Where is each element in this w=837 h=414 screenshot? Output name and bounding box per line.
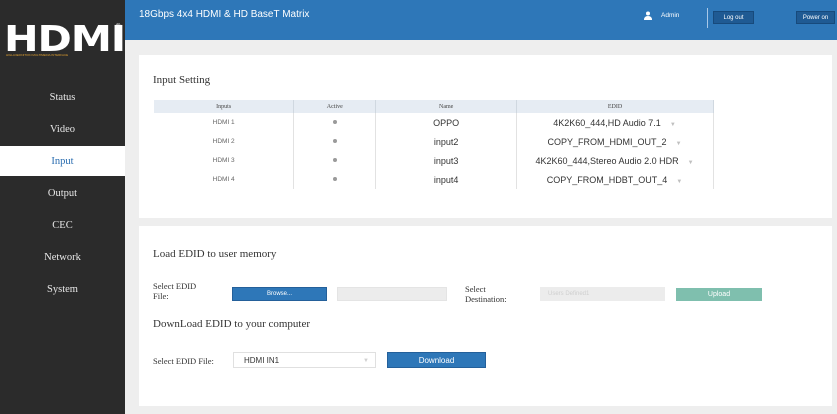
input-name[interactable]: input4 [375, 170, 518, 189]
chevron-down-icon: ▼ [669, 121, 676, 128]
table-header-row: Inputs Active Name EDID [154, 100, 714, 113]
select-destination-label: Select Destination: [465, 284, 507, 304]
input-label: HDMI 2 [154, 132, 295, 151]
user-name: Admin [661, 12, 680, 19]
edid-value: COPY_FROM_HDBT_OUT_4 [546, 174, 668, 185]
table-row: HDMI 1 OPPO 4K2K60_444,HD Audio 7.1 ▼ [154, 113, 714, 132]
input-name[interactable]: OPPO [375, 113, 518, 132]
input-label: HDMI 3 [154, 151, 295, 170]
download-edid-title: DownLoad EDID to your computer [153, 318, 311, 330]
top-bar: 18Gbps 4x4 HDMI & HD BaseT Matrix Admin … [125, 0, 837, 40]
nav-item-video[interactable]: Video [0, 114, 125, 144]
active-indicator [293, 170, 377, 189]
nav-item-input[interactable]: Input [0, 146, 125, 176]
table-row: HDMI 3 input3 4K2K60_444,Stereo Audio 2.… [154, 151, 714, 170]
input-setting-panel: Input Setting Inputs Active Name EDID HD… [139, 55, 832, 218]
chevron-down-icon: ▼ [687, 159, 694, 166]
topbar-divider [707, 8, 708, 28]
hdmi-logo: HDMI ® HIGH-DEFINITION MULTIMEDIA INTERF… [4, 22, 126, 62]
table-row: HDMI 2 input2 COPY_FROM_HDMI_OUT_2 ▼ [154, 132, 714, 151]
nav-item-output[interactable]: Output [0, 178, 125, 208]
edid-select[interactable]: 4K2K60_444,HD Audio 7.1 ▼ [516, 113, 714, 132]
active-indicator [293, 113, 377, 132]
table-row: HDMI 4 input4 COPY_FROM_HDBT_OUT_4 ▼ [154, 170, 714, 189]
upload-button[interactable]: Upload [676, 288, 762, 301]
col-edid: EDID [516, 100, 714, 113]
destination-select[interactable]: Users Defined1 [540, 287, 665, 301]
input-table: Inputs Active Name EDID HDMI 1 OPPO 4K2K… [154, 100, 714, 189]
chevron-down-icon: ▼ [675, 140, 682, 147]
browse-button[interactable]: Browse... [232, 287, 327, 301]
edid-file-select[interactable]: HDMI IN1 ▼ [233, 352, 376, 368]
download-button[interactable]: Download [387, 352, 486, 368]
edid-select[interactable]: COPY_FROM_HDBT_OUT_4 ▼ [516, 170, 714, 189]
select-edid-file-label: Select EDID File: [153, 281, 197, 301]
chevron-down-icon: ▼ [363, 358, 369, 364]
status-dot-icon [332, 139, 337, 143]
active-indicator [293, 132, 377, 151]
status-dot-icon [332, 177, 337, 181]
load-edid-title: Load EDID to user memory [153, 248, 277, 260]
col-name: Name [375, 100, 518, 113]
sidebar: HDMI ® HIGH-DEFINITION MULTIMEDIA INTERF… [0, 0, 126, 414]
active-indicator [293, 151, 377, 170]
input-label: HDMI 1 [154, 113, 295, 132]
chevron-down-icon: ▼ [676, 178, 683, 185]
nav-item-system[interactable]: System [0, 274, 125, 304]
col-inputs: Inputs [154, 100, 295, 113]
col-active: Active [293, 100, 377, 113]
user-icon [644, 11, 652, 20]
nav-item-cec[interactable]: CEC [0, 210, 125, 240]
edid-select[interactable]: 4K2K60_444,Stereo Audio 2.0 HDR ▼ [516, 151, 714, 170]
input-name[interactable]: input2 [375, 132, 518, 151]
input-setting-title: Input Setting [153, 74, 211, 86]
logout-button[interactable]: Log out [713, 11, 754, 24]
logo-tagline: HIGH-DEFINITION MULTIMEDIA INTERFACE [6, 53, 69, 56]
status-dot-icon [332, 158, 337, 162]
edid-value: 4K2K60_444,HD Audio 7.1 [553, 117, 661, 128]
file-path-input[interactable] [337, 287, 447, 301]
input-name[interactable]: input3 [375, 151, 518, 170]
edid-panel: Load EDID to user memory Select EDID Fil… [139, 226, 832, 406]
nav-item-network[interactable]: Network [0, 242, 125, 272]
status-dot-icon [332, 120, 337, 124]
edid-file-value: HDMI IN1 [244, 355, 280, 365]
nav-item-status[interactable]: Status [0, 82, 125, 112]
input-label: HDMI 4 [154, 170, 295, 189]
edid-value: 4K2K60_444,Stereo Audio 2.0 HDR [535, 155, 679, 166]
power-button[interactable]: Power on [796, 11, 835, 24]
app-title: 18Gbps 4x4 HDMI & HD BaseT Matrix [139, 9, 310, 20]
download-file-label: Select EDID File: [153, 356, 214, 366]
edid-select[interactable]: COPY_FROM_HDMI_OUT_2 ▼ [516, 132, 714, 151]
edid-value: COPY_FROM_HDMI_OUT_2 [547, 136, 667, 147]
